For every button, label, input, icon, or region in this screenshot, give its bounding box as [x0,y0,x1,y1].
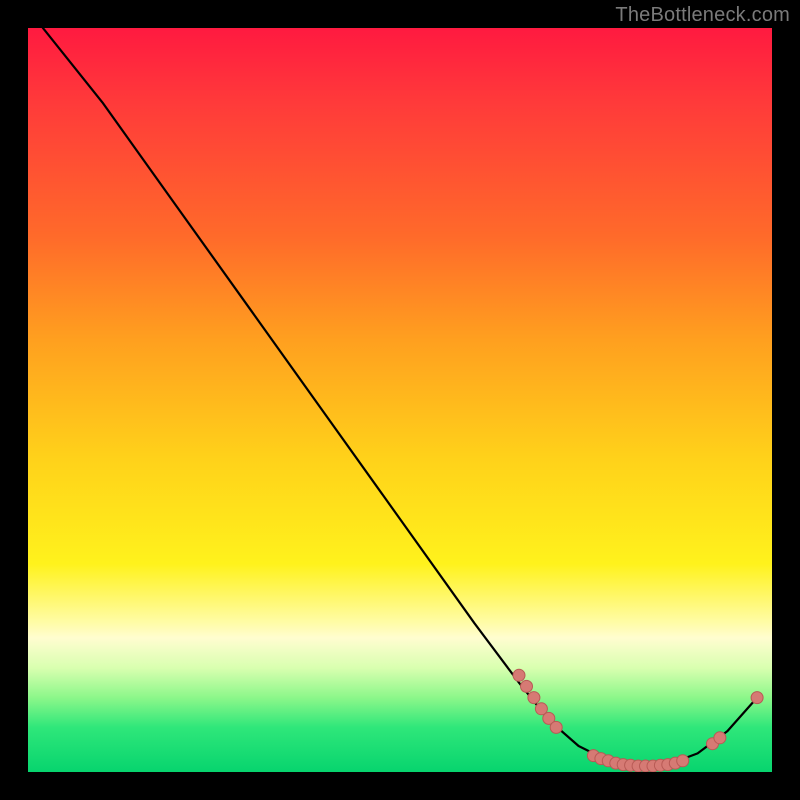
bottleneck-curve [28,28,772,772]
data-point [677,755,689,767]
data-point [513,669,525,681]
watermark-text: TheBottleneck.com [615,4,790,27]
data-point [550,721,562,733]
data-point [751,692,763,704]
data-point [714,732,726,744]
chart-frame: TheBottleneck.com [0,0,800,800]
data-point [528,692,540,704]
plot-area [28,28,772,772]
data-point [521,680,533,692]
